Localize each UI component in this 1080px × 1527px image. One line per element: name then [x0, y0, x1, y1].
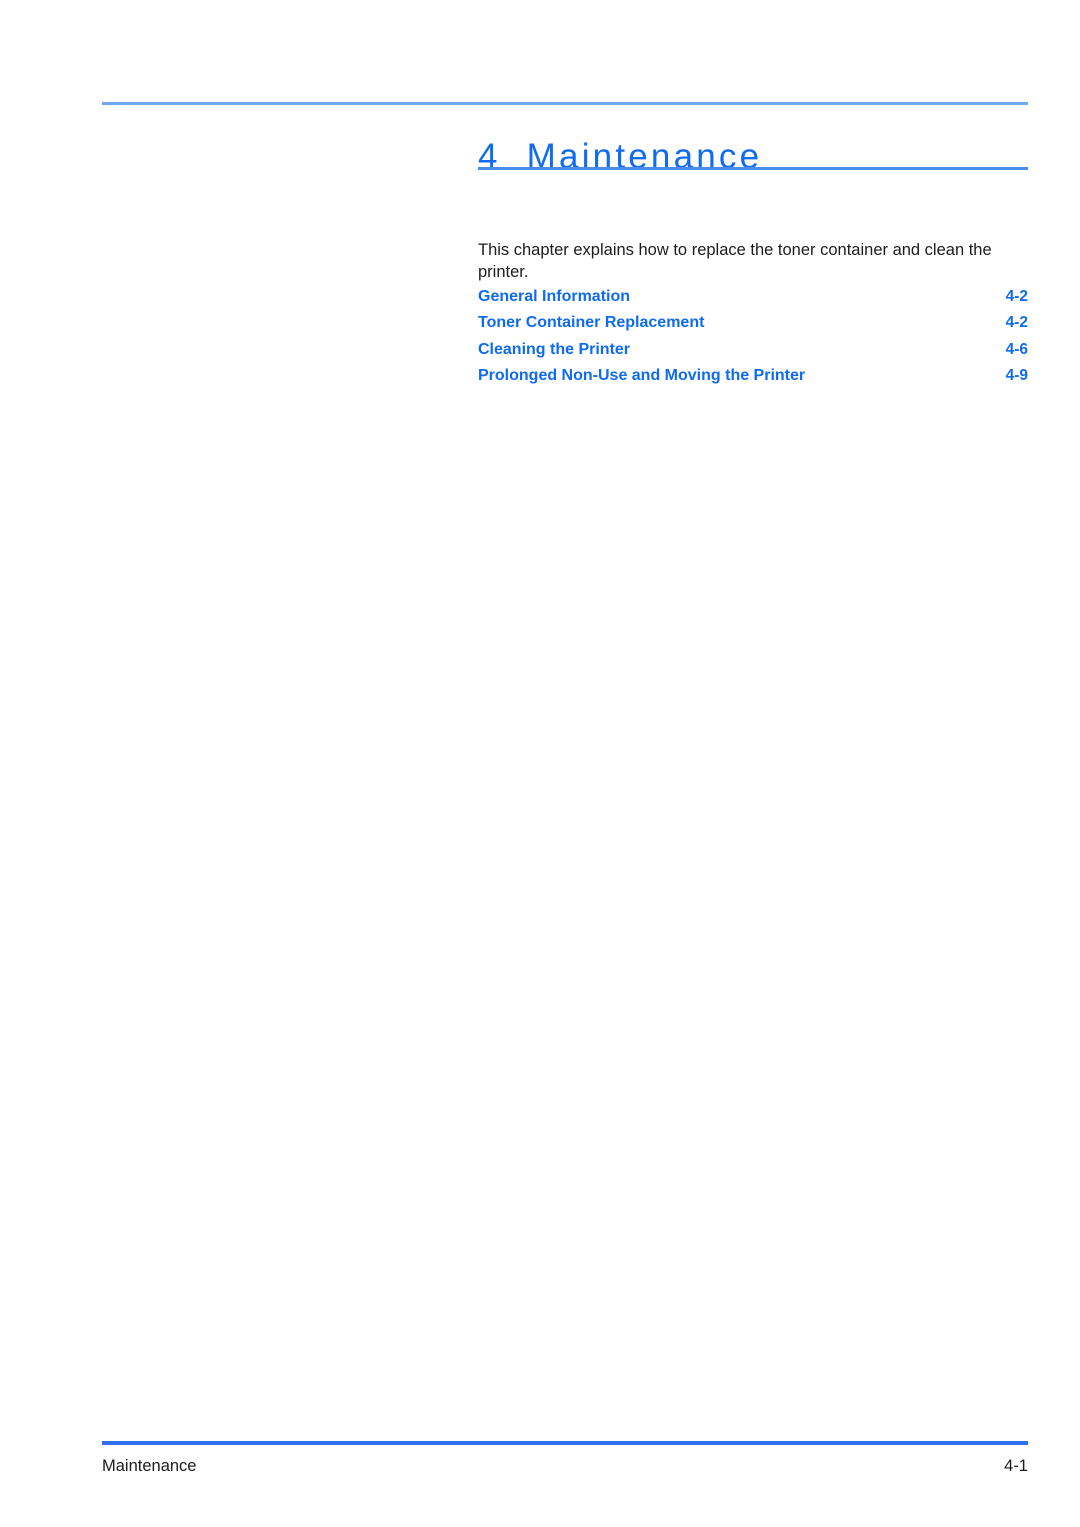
document-page: 4 Maintenance This chapter explains how t… — [0, 0, 1080, 1527]
list-item[interactable]: Cleaning the Printer 4-6 — [478, 341, 1028, 367]
toc-entry-label[interactable]: General Information — [478, 288, 630, 306]
toc-entry-page[interactable]: 4-2 — [1006, 288, 1028, 306]
footer-section-name: Maintenance — [102, 1457, 197, 1475]
header-rule-bottom — [478, 167, 1028, 170]
chapter-intro-paragraph: This chapter explains how to replace the… — [478, 240, 992, 281]
toc-entry-page[interactable]: 4-6 — [1006, 341, 1028, 359]
list-item[interactable]: Prolonged Non-Use and Moving the Printer… — [478, 367, 1028, 393]
toc-entry-page[interactable]: 4-2 — [1006, 314, 1028, 332]
footer-rule — [102, 1441, 1028, 1445]
toc-entry-label[interactable]: Prolonged Non-Use and Moving the Printer — [478, 367, 805, 385]
chapter-number: 4 — [478, 137, 501, 177]
chapter-contents-list: General Information 4-2 Toner Container … — [478, 288, 1028, 394]
toc-entry-label[interactable]: Toner Container Replacement — [478, 314, 704, 332]
page-title: 4 Maintenance — [478, 137, 1028, 177]
toc-entry-label[interactable]: Cleaning the Printer — [478, 341, 630, 359]
footer-page-number: 4-1 — [1004, 1457, 1028, 1475]
header-rule-top — [102, 102, 1028, 105]
list-item[interactable]: General Information 4-2 — [478, 288, 1028, 314]
toc-entry-page[interactable]: 4-9 — [1006, 367, 1028, 385]
list-item[interactable]: Toner Container Replacement 4-2 — [478, 314, 1028, 340]
chapter-title-text: Maintenance — [526, 137, 763, 177]
